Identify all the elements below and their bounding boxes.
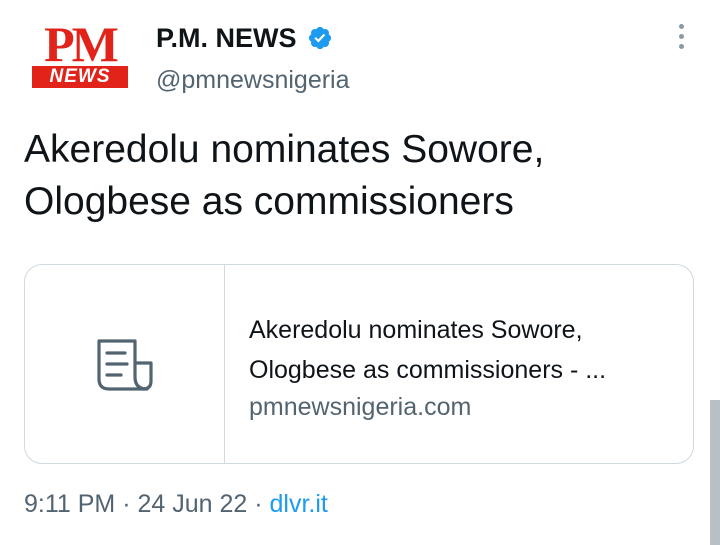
card-title-line: Akeredolu nominates Sowore,	[249, 316, 583, 344]
verified-badge-icon	[308, 26, 331, 50]
handle[interactable]: @pmnewsnigeria	[156, 66, 350, 95]
more-options-icon[interactable]	[676, 24, 686, 54]
tweet-text-line: Akeredolu nominates Sowore,	[24, 128, 545, 171]
avatar-logo-pm: PM	[44, 16, 119, 72]
avatar-logo-news: NEWS	[32, 66, 128, 88]
tweet-text: Akeredolu nominates Sowore, Ologbese as …	[24, 124, 684, 228]
avatar[interactable]: PM NEWS	[30, 16, 130, 90]
card-thumbnail	[25, 265, 225, 463]
card-domain: pmnewsnigeria.com	[249, 393, 472, 421]
meta-separator: ·	[247, 490, 270, 518]
scrollbar[interactable]	[710, 400, 720, 545]
card-title-line: Ologbese as commissioners - ...	[249, 356, 607, 384]
tweet-meta: 9:11 PM · 24 Jun 22 · dlvr.it	[24, 490, 328, 519]
link-preview-card[interactable]: Akeredolu nominates Sowore, Ologbese as …	[24, 264, 694, 464]
card-body: Akeredolu nominates Sowore, Ologbese as …	[249, 310, 679, 424]
author-row: P.M. NEWS	[156, 20, 333, 56]
document-icon	[97, 339, 153, 391]
tweet-date[interactable]: 24 Jun 22	[137, 490, 247, 518]
tweet-source-link[interactable]: dlvr.it	[270, 490, 328, 518]
meta-separator: ·	[115, 490, 138, 518]
tweet-text-line: Ologbese as commissioners	[24, 180, 514, 223]
display-name[interactable]: P.M. NEWS	[156, 23, 297, 54]
tweet-time[interactable]: 9:11 PM	[24, 490, 115, 518]
